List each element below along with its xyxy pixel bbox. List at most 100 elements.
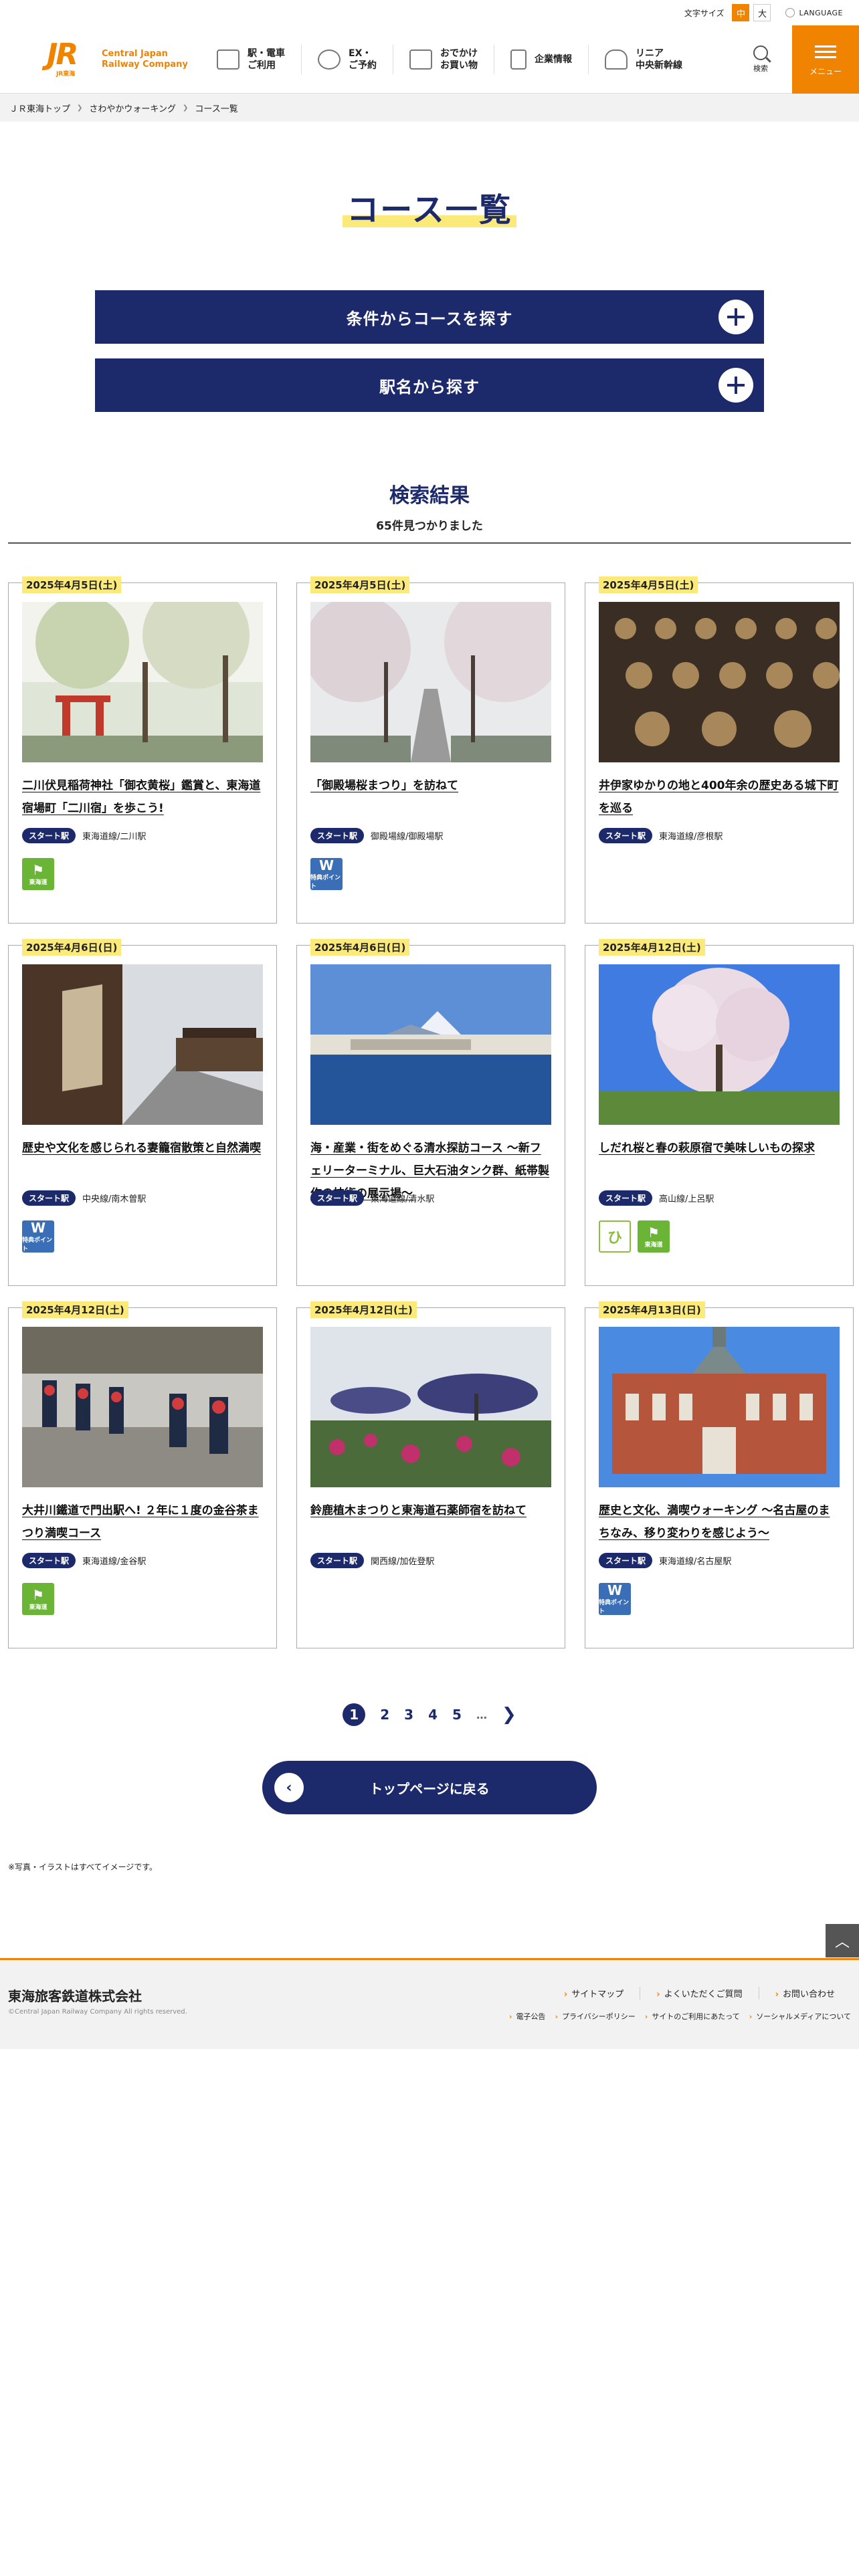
date-badge: 2025年4月6日(日) (22, 939, 122, 956)
ticket-icon (318, 49, 341, 70)
course-card[interactable]: 2025年4月5日(土) 井伊家ゆかりの地と400年余の歴史ある城下町を巡る ス… (585, 576, 854, 924)
start-station: 東海道線/金谷駅 (82, 1557, 147, 1567)
nav-outing-shopping[interactable]: おでかけ お買い物 (393, 44, 494, 74)
course-image (599, 1327, 840, 1487)
search-icon (753, 45, 768, 60)
course-card[interactable]: 2025年4月5日(土) 「御殿場桜まつり」を訪ねて スタート駅 御殿場線/御殿… (296, 576, 565, 924)
page-3-link[interactable]: 3 (404, 1707, 413, 1723)
course-image (599, 602, 840, 762)
footer-link-sitemap[interactable]: サイトマップ (548, 1987, 640, 2000)
pagination: 1 2 3 4 5 … ❯ (0, 1703, 859, 1726)
start-station-badge: スタート駅 (599, 1553, 653, 1568)
plus-icon (719, 368, 753, 403)
date-badge: 2025年4月12日(土) (599, 939, 705, 956)
date-badge: 2025年4月6日(日) (310, 939, 410, 956)
results-header: 検索結果 65件見つかりました (0, 479, 859, 544)
search-by-conditions-accordion[interactable]: 条件からコースを探す (95, 290, 764, 344)
breadcrumb-walking[interactable]: さわやかウォーキング (89, 102, 176, 114)
course-title[interactable]: 歴史や文化を感じられる妻籠宿散策と自然満喫 (22, 1137, 263, 1184)
language-button[interactable]: LANGUAGE (785, 8, 843, 17)
start-station: 中央線/南木曽駅 (82, 1194, 147, 1204)
course-title[interactable]: 大井川鐵道で門出駅へ! ２年に１度の金谷茶まつり満喫コース (22, 1499, 263, 1546)
course-card[interactable]: 2025年4月6日(日) 海・産業・街をめぐる清水探訪コース 〜新フェリーターミ… (296, 939, 565, 1286)
page-title: コース一覧 (343, 183, 516, 230)
course-title[interactable]: 「御殿場桜まつり」を訪ねて (310, 774, 551, 821)
nav-station-train[interactable]: 駅・電車 ご利用 (201, 45, 301, 74)
date-badge: 2025年4月12日(土) (22, 1301, 128, 1318)
course-card[interactable]: 2025年4月5日(土) 二川伏見稲荷神社「御衣黄桜」鑑賞と、東海道宿場町「二川… (8, 576, 277, 924)
font-size-large-button[interactable]: 大 (753, 4, 771, 21)
course-title[interactable]: 井伊家ゆかりの地と400年余の歴史ある城下町を巡る (599, 774, 840, 821)
font-size-medium-button[interactable]: 中 (732, 4, 750, 21)
tokaido-walk-icon: ⚑ 東海道 (22, 858, 54, 890)
next-page-icon[interactable]: ❯ (502, 1705, 516, 1725)
course-grid: 2025年4月5日(土) 二川伏見稲荷神社「御衣黄桜」鑑賞と、東海道宿場町「二川… (0, 576, 859, 1648)
footer-link-faq[interactable]: よくいただくご質問 (640, 1987, 758, 2000)
tokaido-walk-icon: ⚑ 東海道 (638, 1220, 670, 1253)
course-card[interactable]: 2025年4月12日(土) 鈴鹿植木まつりと東海道石薬師宿を訪ねて スタート駅 … (296, 1301, 565, 1648)
course-image (22, 602, 263, 762)
menu-button[interactable]: メニュー (792, 25, 859, 94)
footer-link-privacy[interactable]: プライバシーポリシー (555, 2011, 636, 2022)
global-nav: 駅・電車 ご利用 EX・ ご予約 おでかけ お買い物 企業情報 リニア 中央新幹線 検索 (201, 25, 792, 93)
nav-linear[interactable]: リニア 中央新幹線 (588, 44, 698, 74)
course-card[interactable]: 2025年4月12日(土) 大井川鐵道で門出駅へ! ２年に１度の金谷茶まつり満喫… (8, 1301, 277, 1648)
start-station-badge: スタート駅 (599, 828, 653, 843)
breadcrumb-current: コース一覧 (195, 104, 238, 114)
site-header: JR JR東海 Central Japan Railway Company 駅・… (0, 25, 859, 94)
start-station: 東海道線/彦根駅 (659, 832, 723, 842)
breadcrumb-top[interactable]: ＪＲ東海トップ (9, 102, 70, 114)
start-station-badge: スタート駅 (599, 1190, 653, 1206)
course-image (310, 602, 551, 762)
search-button[interactable]: 検索 (753, 45, 768, 74)
date-badge: 2025年4月5日(土) (22, 576, 122, 593)
point-bonus-icon: W 特典ポイント (310, 858, 343, 890)
course-image (22, 964, 263, 1125)
course-card[interactable]: 2025年4月13日(日) 歴史と文化、満喫ウォーキング 〜名古屋のまちなみ、移… (585, 1301, 854, 1648)
course-title[interactable]: 二川伏見稲荷神社「御衣黄桜」鑑賞と、東海道宿場町「二川宿」を歩こう! (22, 774, 263, 821)
document-icon (510, 49, 527, 70)
page-5-link[interactable]: 5 (452, 1707, 462, 1723)
start-station: 高山線/上呂駅 (659, 1194, 714, 1204)
course-title[interactable]: 海・産業・街をめぐる清水探訪コース 〜新フェリーターミナル、巨大石油タンク群、紙… (310, 1137, 551, 1200)
course-image (310, 1327, 551, 1487)
page-1-current[interactable]: 1 (343, 1703, 366, 1726)
scroll-to-top-button[interactable]: ︿ (826, 1924, 859, 1957)
globe-icon (785, 8, 795, 17)
course-title[interactable]: 鈴鹿植木まつりと東海道石薬師宿を訪ねて (310, 1499, 551, 1546)
page-4-link[interactable]: 4 (428, 1707, 438, 1723)
course-image (599, 964, 840, 1125)
hida-walk-icon: ひ (599, 1220, 631, 1253)
course-card[interactable]: 2025年4月6日(日) 歴史や文化を感じられる妻籠宿散策と自然満喫 スタート駅… (8, 939, 277, 1286)
date-badge: 2025年4月12日(土) (310, 1301, 417, 1318)
page-2-link[interactable]: 2 (380, 1707, 389, 1723)
start-station-badge: スタート駅 (22, 1190, 76, 1206)
footer-link-public-notice[interactable]: 電子公告 (509, 2011, 545, 2022)
logo-text: Central Japan Railway Company (102, 48, 188, 70)
plus-icon (719, 300, 753, 334)
course-card[interactable]: 2025年4月12日(土) しだれ桜と春の萩原宿で美味しいもの探求 スタート駅 … (585, 939, 854, 1286)
course-title[interactable]: しだれ桜と春の萩原宿で美味しいもの探求 (599, 1137, 840, 1184)
site-logo[interactable]: JR JR東海 Central Japan Railway Company (0, 37, 201, 78)
course-image (22, 1327, 263, 1487)
start-station-badge: スタート駅 (22, 1553, 76, 1568)
chevron-right-icon: ❯ (183, 104, 189, 112)
breadcrumb: ＪＲ東海トップ ❯ さわやかウォーキング ❯ コース一覧 (0, 94, 859, 122)
footer-copyright: ©Central Japan Railway Company All right… (8, 2008, 187, 2016)
building-icon (409, 49, 432, 70)
language-label: LANGUAGE (799, 8, 843, 17)
footer-link-terms[interactable]: サイトのご利用にあたって (645, 2011, 739, 2022)
back-to-top-page-button[interactable]: ‹ トップページに戻る (262, 1761, 597, 1814)
footer-link-social[interactable]: ソーシャルメディアについて (749, 2011, 851, 2022)
image-note: ※写真・イラストはすべてイメージです。 (8, 1862, 158, 1872)
course-image (310, 964, 551, 1125)
chevron-up-icon: ︿ (834, 1934, 850, 1951)
nav-corporate-info[interactable]: 企業情報 (494, 44, 588, 74)
start-station: 東海道線/二川駅 (82, 832, 147, 842)
jr-logo-mark: JR JR東海 (47, 37, 78, 78)
nav-ex-reservation[interactable]: EX・ ご予約 (301, 44, 393, 74)
results-count: 65件見つかりました (376, 520, 483, 533)
search-by-station-accordion[interactable]: 駅名から探す (95, 358, 764, 412)
footer-link-contact[interactable]: お問い合わせ (758, 1987, 851, 2000)
course-title[interactable]: 歴史と文化、満喫ウォーキング 〜名古屋のまちなみ、移り変わりを感じよう〜 (599, 1499, 840, 1546)
